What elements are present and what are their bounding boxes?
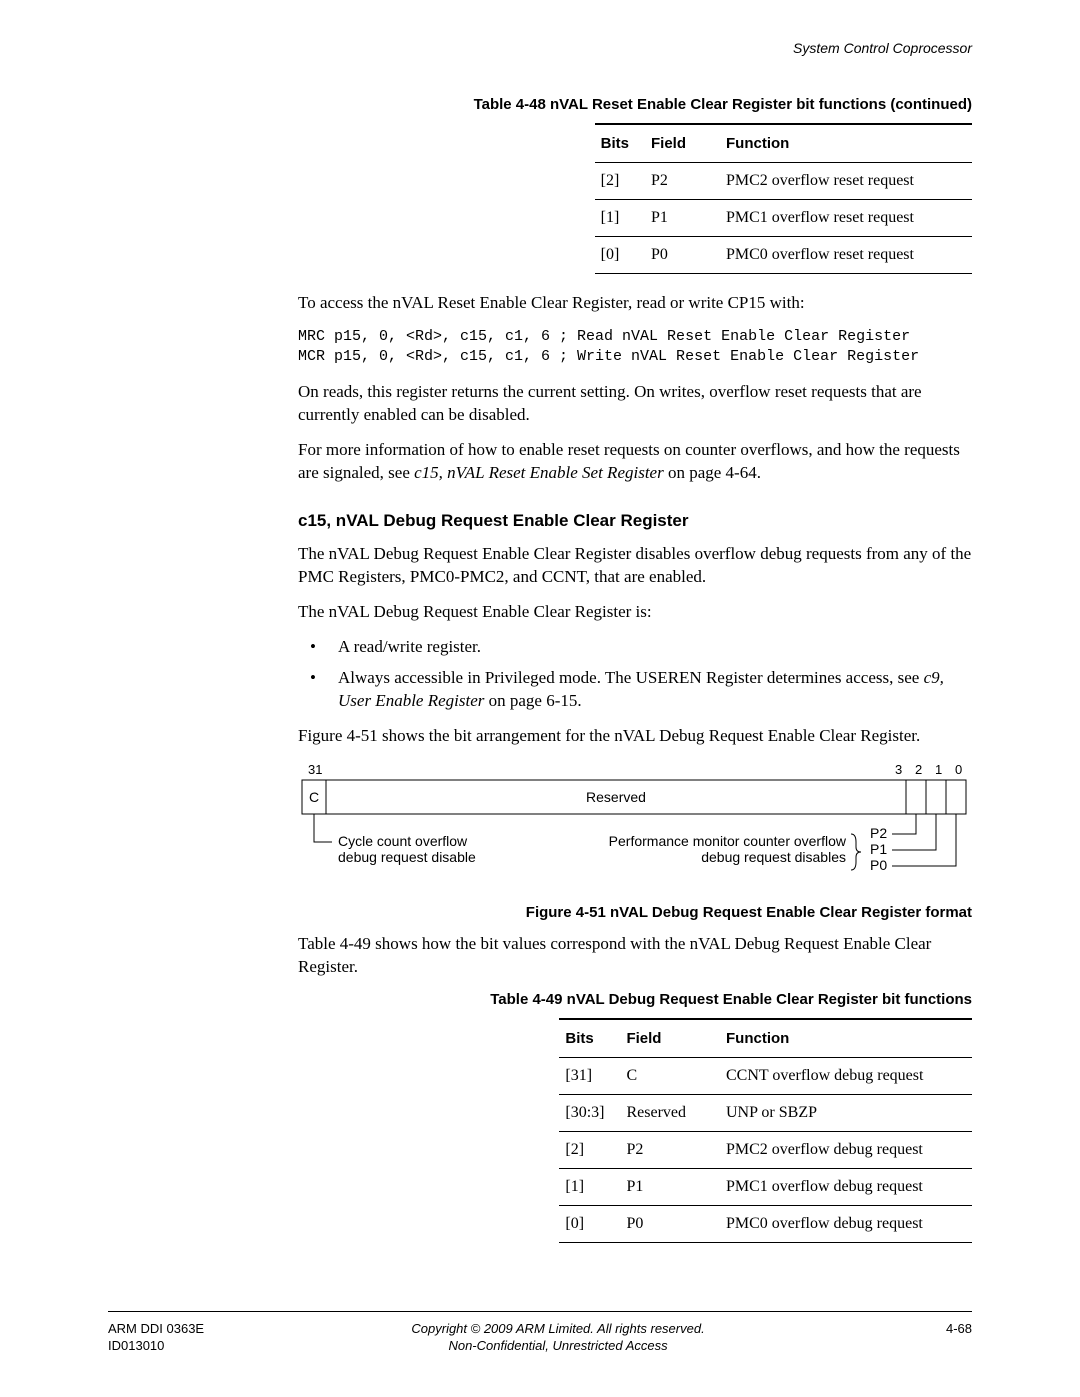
heading-c15: c15, nVAL Debug Request Enable Clear Reg… xyxy=(298,511,972,531)
footer-right: 4-68 xyxy=(912,1320,972,1338)
list-item: Always accessible in Privileged mode. Th… xyxy=(298,667,972,713)
cell-bits: [31] xyxy=(559,1057,620,1094)
bit-label-0: 0 xyxy=(955,762,962,777)
table-row: [1] P1 PMC1 overflow reset request xyxy=(595,200,972,237)
para-clear2: The nVAL Debug Request Enable Clear Regi… xyxy=(298,601,972,624)
cell-field: C xyxy=(620,1057,702,1094)
page-number: 4-68 xyxy=(912,1320,972,1338)
callout-left-line2: debug request disable xyxy=(338,849,476,865)
bit-label-2: 2 xyxy=(915,762,922,777)
cell-bits: [0] xyxy=(559,1205,620,1242)
page: System Control Coprocessor Table 4-48 nV… xyxy=(0,0,1080,1397)
table-row: [1] P1 PMC1 overflow debug request xyxy=(559,1168,972,1205)
col-function: Function xyxy=(702,1019,972,1058)
table-row: [31] C CCNT overflow debug request xyxy=(559,1057,972,1094)
bit-label-31: 31 xyxy=(308,762,322,777)
cell-field: P2 xyxy=(645,163,702,200)
figure-451-caption: Figure 4-51 nVAL Debug Request Enable Cl… xyxy=(108,904,972,921)
para-table449: Table 4-49 shows how the bit values corr… xyxy=(298,933,972,979)
bitfield-diagram: 31 3 2 1 0 C Reserved Cycle count overfl… xyxy=(298,762,978,892)
table-449-caption: Table 4-49 nVAL Debug Request Enable Cle… xyxy=(108,991,972,1008)
table-row: [2] P2 PMC2 overflow reset request xyxy=(595,163,972,200)
label-P1: P1 xyxy=(870,841,887,857)
callout-mid-line1: Performance monitor counter overflow xyxy=(609,833,847,849)
text: on page 4-64. xyxy=(664,463,761,482)
para-onreads: On reads, this register returns the curr… xyxy=(298,381,972,427)
cell-field: P1 xyxy=(645,200,702,237)
cell-func: PMC0 overflow reset request xyxy=(702,237,972,274)
callout-left-line1: Cycle count overflow xyxy=(338,833,468,849)
xref: c15, nVAL Reset Enable Set Register xyxy=(414,463,664,482)
cell-func: UNP or SBZP xyxy=(702,1094,972,1131)
cell-func: CCNT overflow debug request xyxy=(702,1057,972,1094)
content-column-2: Table 4-49 shows how the bit values corr… xyxy=(298,933,972,979)
table-row: [0] P0 PMC0 overflow debug request xyxy=(559,1205,972,1242)
table-449: Bits Field Function [31] C CCNT overflow… xyxy=(559,1018,972,1243)
col-field: Field xyxy=(645,124,702,163)
label-P0: P0 xyxy=(870,857,887,873)
list-item: A read/write register. xyxy=(298,636,972,659)
cell-func: PMC0 overflow debug request xyxy=(702,1205,972,1242)
table-header-row: Bits Field Function xyxy=(595,124,972,163)
cell-field: P2 xyxy=(620,1131,702,1168)
text: A read/write register. xyxy=(338,637,481,656)
table-row: [30:3] Reserved UNP or SBZP xyxy=(559,1094,972,1131)
cell-bits: [2] xyxy=(595,163,645,200)
col-bits: Bits xyxy=(595,124,645,163)
content-column: Bits Field Function [2] P2 PMC2 overflow… xyxy=(298,123,972,892)
cell-func: PMC1 overflow debug request xyxy=(702,1168,972,1205)
table-row: [0] P0 PMC0 overflow reset request xyxy=(595,237,972,274)
page-footer: ARM DDI 0363E ID013010 Copyright © 2009 … xyxy=(108,1311,972,1355)
content-column-3: Bits Field Function [31] C CCNT overflow… xyxy=(298,1018,972,1243)
col-field: Field xyxy=(620,1019,702,1058)
running-head: System Control Coprocessor xyxy=(108,40,972,56)
callout-mid-line2: debug request disables xyxy=(701,849,846,865)
table-448: Bits Field Function [2] P2 PMC2 overflow… xyxy=(595,123,972,274)
label-P2: P2 xyxy=(870,825,887,841)
bit-label-1: 1 xyxy=(935,762,942,777)
table-header-row: Bits Field Function xyxy=(559,1019,972,1058)
footer-left: ARM DDI 0363E ID013010 xyxy=(108,1320,204,1355)
cell-func: PMC1 overflow reset request xyxy=(702,200,972,237)
field-C: C xyxy=(309,789,319,805)
cell-field: P0 xyxy=(645,237,702,274)
copyright: Copyright © 2009 ARM Limited. All rights… xyxy=(204,1320,912,1338)
text: on page 6-15. xyxy=(484,691,581,710)
cell-field: Reserved xyxy=(620,1094,702,1131)
cell-bits: [2] xyxy=(559,1131,620,1168)
field-reserved: Reserved xyxy=(586,789,646,805)
table-448-caption: Table 4-48 nVAL Reset Enable Clear Regis… xyxy=(108,96,972,113)
para-fig: Figure 4-51 shows the bit arrangement fo… xyxy=(298,725,972,748)
cell-bits: [0] xyxy=(595,237,645,274)
bit-label-3: 3 xyxy=(895,762,902,777)
text: Always accessible in Privileged mode. Th… xyxy=(338,668,924,687)
bullet-list: A read/write register. Always accessible… xyxy=(298,636,972,713)
col-bits: Bits xyxy=(559,1019,620,1058)
cell-field: P0 xyxy=(620,1205,702,1242)
cell-bits: [30:3] xyxy=(559,1094,620,1131)
classification: Non-Confidential, Unrestricted Access xyxy=(204,1337,912,1355)
table-row: [2] P2 PMC2 overflow debug request xyxy=(559,1131,972,1168)
para-access: To access the nVAL Reset Enable Clear Re… xyxy=(298,292,972,315)
col-function: Function xyxy=(702,124,972,163)
doc-id: ARM DDI 0363E xyxy=(108,1320,204,1338)
cell-func: PMC2 overflow debug request xyxy=(702,1131,972,1168)
footer-center: Copyright © 2009 ARM Limited. All rights… xyxy=(204,1320,912,1355)
cell-bits: [1] xyxy=(595,200,645,237)
figure-451: 31 3 2 1 0 C Reserved Cycle count overfl… xyxy=(298,762,972,892)
para-moreinfo: For more information of how to enable re… xyxy=(298,439,972,485)
date-id: ID013010 xyxy=(108,1337,204,1355)
cell-field: P1 xyxy=(620,1168,702,1205)
code-block: MRC p15, 0, <Rd>, c15, c1, 6 ; Read nVAL… xyxy=(298,327,972,368)
para-clear1: The nVAL Debug Request Enable Clear Regi… xyxy=(298,543,972,589)
cell-func: PMC2 overflow reset request xyxy=(702,163,972,200)
cell-bits: [1] xyxy=(559,1168,620,1205)
